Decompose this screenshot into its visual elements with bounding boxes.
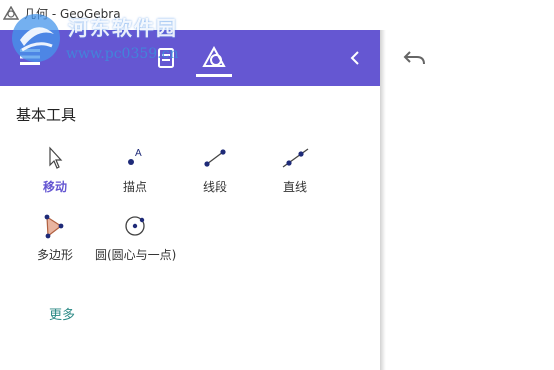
tool-label: 描点 (122, 180, 147, 194)
active-tab-indicator (196, 74, 232, 77)
more-tools-link[interactable]: 更多 (49, 304, 75, 323)
panel-divider[interactable] (380, 30, 386, 370)
tool-segment[interactable]: 线段 (175, 146, 255, 196)
algebra-icon[interactable] (158, 48, 174, 68)
cursor-move-icon (49, 146, 63, 169)
tool-line[interactable]: 直线 (255, 146, 335, 196)
tool-label: 多边形 (36, 248, 73, 262)
window-title: 几何 - GeoGebra (24, 7, 121, 21)
polygon-icon (44, 214, 64, 239)
tool-label: 线段 (202, 180, 227, 194)
tool-polygon[interactable]: 多边形 (15, 214, 95, 264)
tool-move[interactable]: 移动 (15, 146, 95, 196)
geogebra-app-icon (3, 6, 19, 20)
tool-label: 圆(圆心与一点) (95, 248, 177, 262)
point-icon: A (128, 148, 142, 165)
window-titlebar: 几何 - GeoGebra (0, 0, 554, 30)
line-icon (282, 148, 309, 168)
tools-panel: 基本工具 移动 A 描点 线段 直线 多边形 圆(圆心与一点) 更多 (0, 86, 380, 370)
segment-icon (204, 149, 226, 167)
tools-icon[interactable] (202, 46, 226, 68)
app-toolbar (0, 30, 380, 86)
tool-label: 移动 (42, 180, 67, 194)
tool-point[interactable]: A 描点 (95, 146, 175, 196)
svg-text:A: A (135, 148, 142, 159)
tool-label: 直线 (282, 180, 307, 194)
tool-circle-center-point[interactable]: 圆(圆心与一点) (95, 214, 177, 264)
undo-icon[interactable] (402, 48, 428, 68)
menu-icon[interactable] (20, 48, 40, 66)
section-title-basic-tools: 基本工具 (16, 106, 77, 124)
chevron-left-icon[interactable] (343, 46, 367, 70)
circle-center-point-icon (125, 216, 145, 236)
